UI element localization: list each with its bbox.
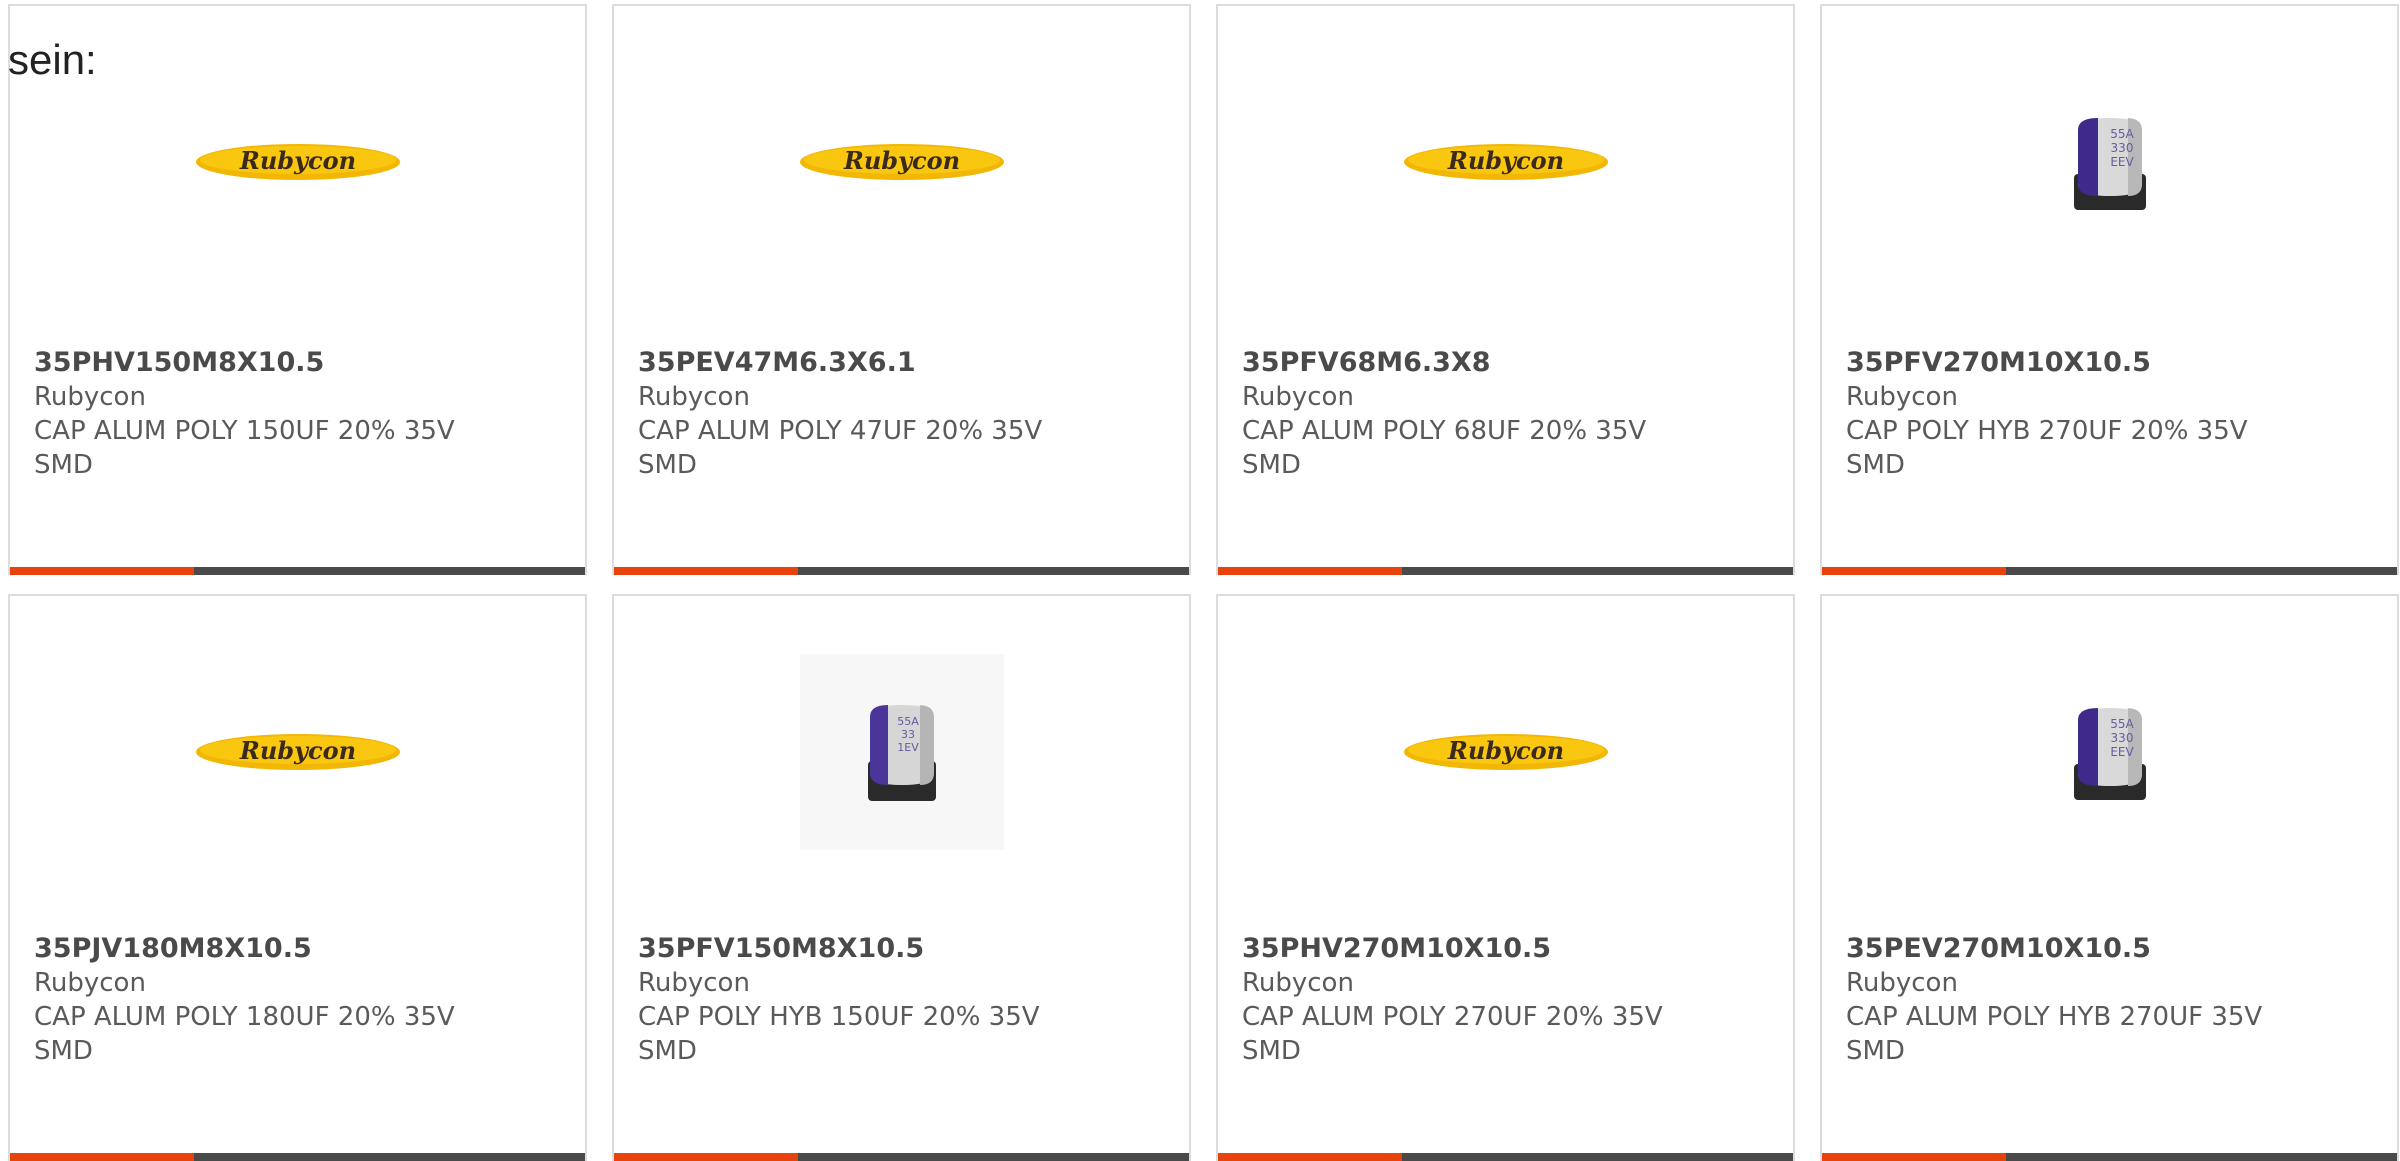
progress-fill [10,1153,194,1161]
progress-bar [614,1153,1189,1161]
progress-fill [10,567,194,575]
part-number[interactable]: 35PFV150M8X10.5 [638,932,1165,966]
manufacturer: Rubycon [1242,382,1354,412]
capacitor-marking: EEV [2110,745,2134,759]
capacitor-icon: 55A 330 EEV [2073,118,2146,210]
description: CAP ALUM POLY 68UF 20% 35V SMD [1242,416,1647,480]
product-card[interactable]: Rubycon 35PFV68M6.3X8 Rubycon CAP ALUM P… [1216,4,1795,575]
logo-text: Rubycon [1446,736,1563,765]
image-frame: 55A 33 1EV [799,654,1004,850]
logo-text: Rubycon [1446,146,1563,175]
product-card[interactable]: 55A 33 1EV 35PFV150M8X10.5 Rubycon CAP P… [612,594,1191,1161]
description: CAP ALUM POLY 150UF 20% 35V SMD [34,416,455,480]
page: Rubycon 35PHV150M8X10.5 Rubycon CAP ALUM… [0,0,2400,1161]
product-image[interactable]: 55A 33 1EV [614,616,1189,888]
manufacturer: Rubycon [1846,382,1958,412]
description: CAP ALUM POLY 47UF 20% 35V SMD [638,416,1043,480]
product-image[interactable]: Rubycon [10,616,585,888]
part-number[interactable]: 35PFV270M10X10.5 [1846,346,2373,380]
capacitor-marking: 55A [897,715,919,728]
product-card[interactable]: Rubycon 35PEV47M6.3X6.1 Rubycon CAP ALUM… [612,4,1191,575]
product-card[interactable]: Rubycon 35PHV150M8X10.5 Rubycon CAP ALUM… [8,4,587,575]
description: CAP ALUM POLY HYB 270UF 35V SMD [1846,1002,2263,1066]
manufacturer: Rubycon [34,968,146,998]
progress-bar [10,567,585,575]
product-grid: Rubycon 35PHV150M8X10.5 Rubycon CAP ALUM… [8,4,2400,1161]
product-image[interactable]: Rubycon [614,26,1189,298]
capacitor-marking: EEV [2110,155,2134,169]
capacitor-marking: 55A [2110,127,2134,141]
product-image[interactable]: Rubycon [1218,616,1793,888]
capacitor-icon: 55A 33 1EV [867,705,936,801]
description: CAP POLY HYB 270UF 20% 35V SMD [1846,416,2248,480]
logo-text: Rubycon [842,146,959,175]
description: CAP ALUM POLY 270UF 20% 35V SMD [1242,1002,1663,1066]
product-card[interactable]: Rubycon 35PHV270M10X10.5 Rubycon CAP ALU… [1216,594,1795,1161]
part-number[interactable]: 35PEV47M6.3X6.1 [638,346,1165,380]
capacitor-marking: 1EV [897,741,919,754]
rubycon-logo-icon: Rubycon [1403,734,1608,770]
product-image[interactable]: Rubycon [1218,26,1793,298]
manufacturer: Rubycon [1846,968,1958,998]
manufacturer: Rubycon [638,382,750,412]
manufacturer: Rubycon [1242,968,1354,998]
progress-bar [1822,1153,2397,1161]
progress-fill [1218,1153,1402,1161]
description: CAP ALUM POLY 180UF 20% 35V SMD [34,1002,455,1066]
part-number[interactable]: 35PHV150M8X10.5 [34,346,561,380]
capacitor-marking: 33 [901,728,915,741]
progress-bar [1218,1153,1793,1161]
progress-fill [1822,567,2006,575]
product-card[interactable]: 55A 330 EEV 35PEV270M10X10.5 Rubycon CAP… [1820,594,2399,1161]
capacitor-marking: 55A [2110,717,2134,731]
progress-fill [614,567,798,575]
logo-text: Rubycon [238,146,355,175]
capacitor-marking: 330 [2110,141,2133,155]
manufacturer: Rubycon [34,382,146,412]
rubycon-logo-icon: Rubycon [1403,144,1608,180]
capacitor-marking: 330 [2110,731,2133,745]
product-card[interactable]: 55A 330 EEV 35PFV270M10X10.5 Rubycon CAP… [1820,4,2399,575]
product-card[interactable]: Rubycon 35PJV180M8X10.5 Rubycon CAP ALUM… [8,594,587,1161]
rubycon-logo-icon: Rubycon [195,144,400,180]
part-number[interactable]: 35PHV270M10X10.5 [1242,932,1769,966]
progress-bar [1218,567,1793,575]
progress-bar [614,567,1189,575]
intro-text: sein: [8,36,97,83]
progress-fill [1218,567,1402,575]
description: CAP POLY HYB 150UF 20% 35V SMD [638,1002,1040,1066]
progress-fill [1822,1153,2006,1161]
product-image[interactable]: 55A 330 EEV [1822,616,2397,888]
progress-fill [614,1153,798,1161]
rubycon-logo-icon: Rubycon [195,734,400,770]
part-number[interactable]: 35PJV180M8X10.5 [34,932,561,966]
part-number[interactable]: 35PEV270M10X10.5 [1846,932,2373,966]
capacitor-icon: 55A 330 EEV [2073,708,2146,800]
product-image[interactable]: 55A 330 EEV [1822,26,2397,298]
logo-text: Rubycon [238,736,355,765]
progress-bar [1822,567,2397,575]
progress-bar [10,1153,585,1161]
part-number[interactable]: 35PFV68M6.3X8 [1242,346,1769,380]
rubycon-logo-icon: Rubycon [799,144,1004,180]
manufacturer: Rubycon [638,968,750,998]
